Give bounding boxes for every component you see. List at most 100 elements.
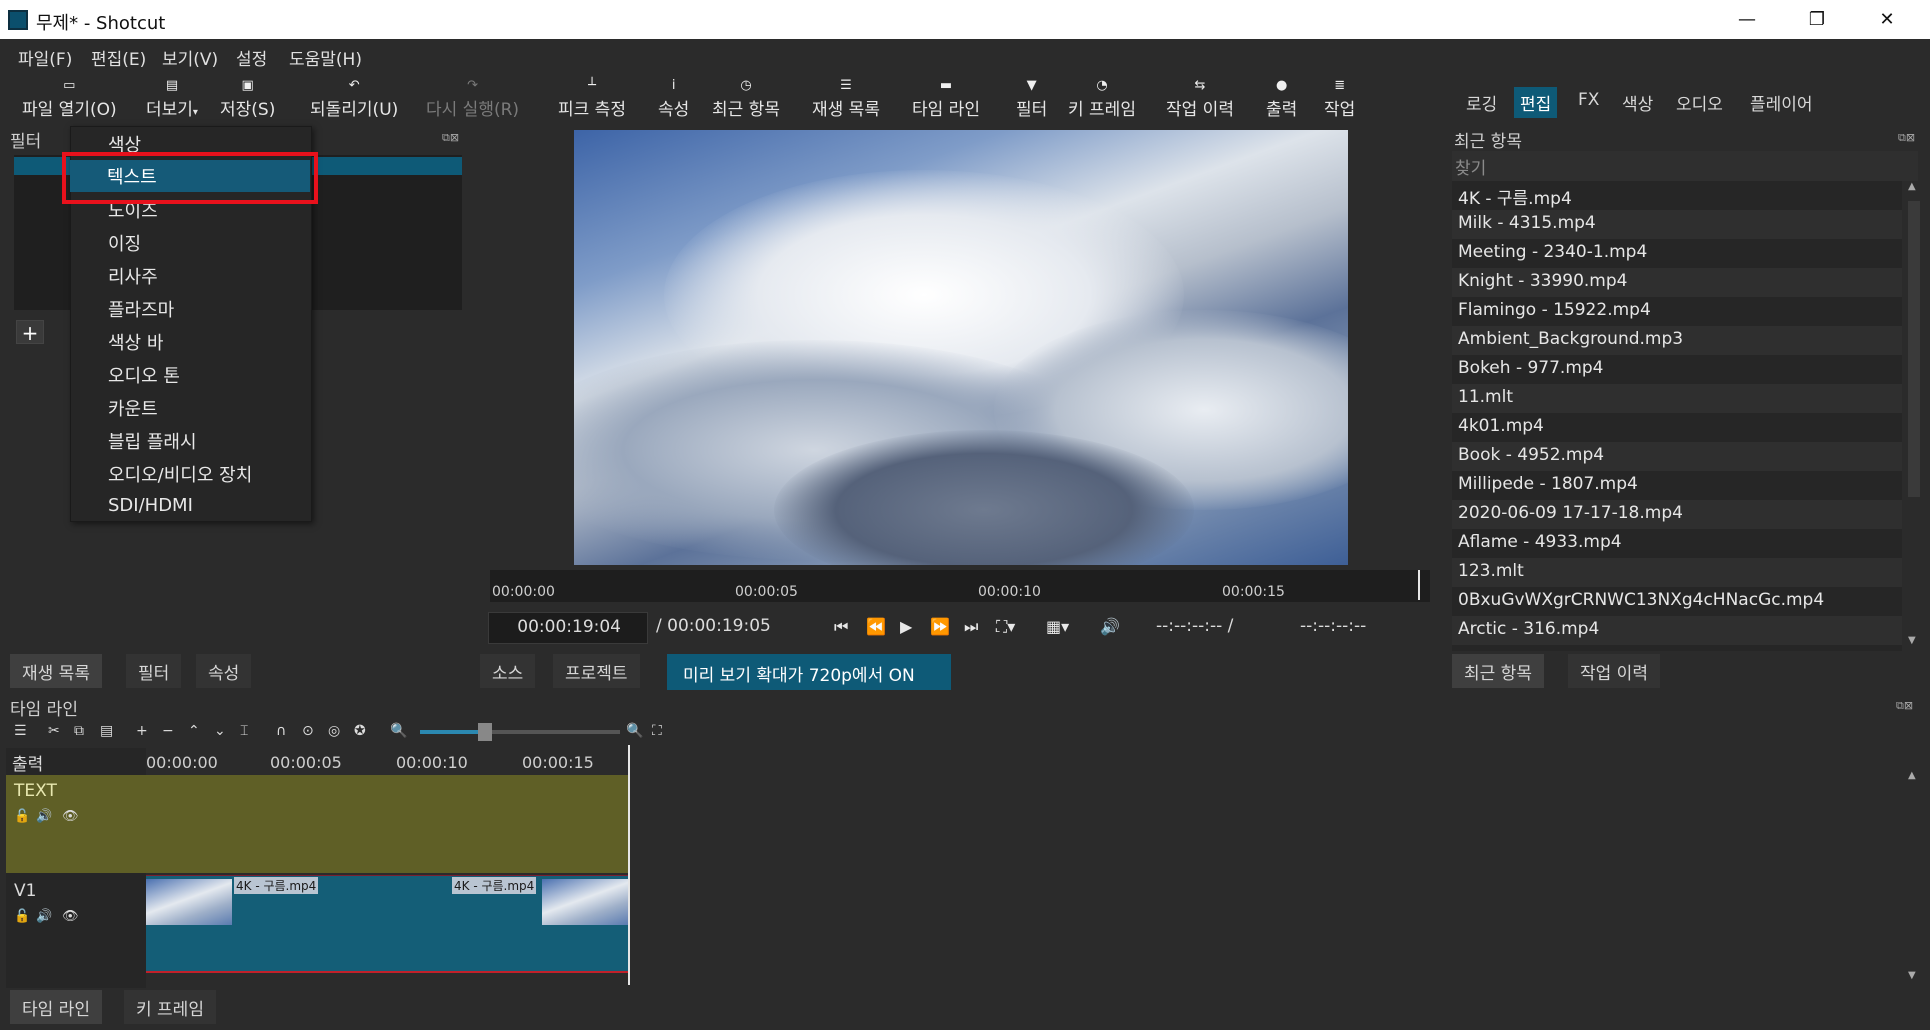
preview-scale-notice[interactable]: 미리 보기 확대가 720p에서 ON [667, 654, 951, 690]
mute-icon[interactable]: 🔊 [36, 909, 52, 924]
lock-icon[interactable]: 🔓 [14, 809, 30, 824]
dropdown-item-blip-flash[interactable]: 블립 플래시 [108, 428, 197, 454]
dock-buttons-icon[interactable]: ⧉⊠ [1898, 131, 1915, 145]
save-button[interactable]: ▣ 저장(S) [220, 77, 275, 120]
layout-color[interactable]: 색상 [1616, 87, 1659, 118]
tab-history[interactable]: 작업 이력 [1568, 654, 1660, 688]
playlist-button[interactable]: ☰ 재생 목록 [812, 77, 880, 120]
menu-view[interactable]: 보기(V) [162, 45, 218, 70]
add-filter-button[interactable]: + [16, 320, 44, 345]
split-icon[interactable]: ⌶ [240, 723, 248, 739]
recent-item[interactable]: 4k01.mp4 [1452, 413, 1902, 442]
lift-icon[interactable]: ⌃ [188, 723, 200, 739]
export-button[interactable]: ● 출력 [1266, 77, 1297, 120]
zoom-out-icon[interactable]: 🔍 [390, 723, 407, 739]
recent-item[interactable]: 4K - 구름.mp4 [1452, 181, 1902, 210]
timeline-scrollbar[interactable]: ▲ ▼ [1904, 770, 1924, 985]
lock-icon[interactable]: 🔓 [14, 909, 30, 924]
skip-to-end-icon[interactable]: ⏭ [964, 617, 978, 637]
recent-item[interactable]: 11.mlt [1452, 384, 1902, 413]
overwrite-icon[interactable]: ⌄ [214, 723, 226, 739]
timeline-empty-area[interactable] [630, 748, 1905, 988]
recent-item[interactable]: 2020-06-09 17-17-18.mp4 [1452, 500, 1902, 529]
zoom-slider[interactable] [420, 723, 620, 741]
menu-file[interactable]: 파일(F) [18, 45, 72, 70]
menu-settings[interactable]: 설정 [236, 45, 267, 70]
eye-icon[interactable]: 👁 [62, 909, 79, 924]
dropdown-item-color-bars[interactable]: 색상 바 [108, 329, 163, 355]
dropdown-item-count[interactable]: 카운트 [108, 395, 158, 421]
timeline-ruler[interactable]: 00:00:00 00:00:05 00:00:10 00:00:15 [146, 748, 628, 775]
paste-icon[interactable]: ▤ [100, 723, 113, 739]
recent-item[interactable]: Ambient_Background.mp3 [1452, 326, 1902, 355]
layout-editing[interactable]: 편집 [1514, 87, 1558, 118]
peak-meter-button[interactable]: ┴ 피크 측정 [558, 77, 626, 120]
dropdown-item-av-device[interactable]: 오디오/비디오 장치 [108, 461, 252, 487]
timeline-clip[interactable]: 4K - 구름.mp4 4K - 구름.mp4 [146, 875, 628, 973]
skip-to-start-icon[interactable]: ⏮ [834, 617, 848, 637]
rewind-icon[interactable]: ⏪ [866, 617, 886, 636]
video-preview[interactable] [574, 130, 1348, 565]
tab-playlist[interactable]: 재생 목록 [10, 654, 102, 688]
undo-button[interactable]: ↶ 되돌리기(U) [310, 77, 398, 120]
track-text[interactable]: TEXT 🔓 🔊 👁 [6, 775, 628, 873]
append-icon[interactable]: + [136, 723, 148, 739]
minimize-button[interactable]: — [1712, 0, 1782, 39]
timeline-playhead[interactable] [628, 745, 630, 985]
scrub-icon[interactable]: ⊙ [302, 723, 314, 739]
recent-item[interactable]: Meeting - 2340-1.mp4 [1452, 239, 1902, 268]
keyframes-button[interactable]: ◔ 키 프레임 [1068, 77, 1136, 120]
dropdown-item-easing[interactable]: 이징 [108, 230, 141, 256]
recent-item[interactable]: Millipede - 1807.mp4 [1452, 471, 1902, 500]
zoom-in-icon[interactable]: 🔍 [626, 723, 643, 739]
eye-icon[interactable]: 👁 [62, 809, 79, 824]
dock-buttons-icon[interactable]: ⧉⊠ [442, 131, 459, 145]
scroll-up-icon[interactable]: ▲ [1908, 181, 1916, 192]
timeline-button[interactable]: ▬ 타임 라인 [912, 77, 980, 120]
history-button[interactable]: ⇆ 작업 이력 [1166, 77, 1234, 120]
grid-icon[interactable]: ▦▾ [1046, 617, 1069, 636]
copy-icon[interactable]: ⧉ [74, 723, 84, 739]
snap-icon[interactable]: ∩ [276, 723, 286, 739]
layout-audio[interactable]: 오디오 [1670, 87, 1729, 118]
recent-search-input[interactable]: 찾기 [1452, 151, 1918, 181]
fast-forward-icon[interactable]: ⏩ [930, 617, 950, 636]
layout-logging[interactable]: 로깅 [1460, 87, 1503, 118]
timeline-menu-icon[interactable]: ☰ [14, 723, 27, 739]
layout-fx[interactable]: FX [1572, 87, 1605, 113]
restore-button[interactable]: ❐ [1782, 0, 1852, 39]
recent-scrollbar[interactable]: ▲ ▼ [1904, 181, 1924, 651]
tab-filters[interactable]: 필터 [126, 654, 182, 688]
close-button[interactable]: ✕ [1852, 0, 1922, 39]
scroll-down-icon[interactable]: ▼ [1908, 970, 1916, 981]
dropdown-item-audio-tone[interactable]: 오디오 톤 [108, 362, 180, 388]
recent-button[interactable]: ◷ 최근 항목 [712, 77, 780, 120]
volume-icon[interactable]: 🔊 [1100, 617, 1120, 636]
zoom-fit-icon[interactable]: ⛶▾ [996, 617, 1015, 637]
remove-icon[interactable]: − [162, 723, 174, 739]
tab-project[interactable]: 프로젝트 [553, 654, 640, 688]
scroll-up-icon[interactable]: ▲ [1908, 770, 1916, 781]
dropdown-item-sdi-hdmi[interactable]: SDI/HDMI [108, 495, 193, 516]
menu-edit[interactable]: 편집(E) [91, 45, 146, 70]
ripple-icon[interactable]: ◎ [328, 723, 340, 739]
properties-button[interactable]: i 속성 [658, 77, 689, 120]
filters-button[interactable]: ▼ 필터 [1016, 77, 1047, 120]
menu-help[interactable]: 도움말(H) [289, 45, 362, 70]
dock-buttons-icon[interactable]: ⧉⊠ [1896, 699, 1913, 713]
play-icon[interactable]: ▶ [900, 617, 912, 636]
dropdown-item-lissajous[interactable]: 리사주 [108, 263, 158, 289]
tab-source[interactable]: 소스 [480, 654, 536, 688]
recent-item[interactable]: Arctic - 316.mp4 [1452, 616, 1902, 645]
scroll-thumb[interactable] [1908, 201, 1920, 497]
preview-playhead[interactable] [1418, 570, 1420, 600]
dropdown-item-plasma[interactable]: 플라즈마 [108, 296, 174, 322]
open-file-button[interactable]: ▭ 파일 열기(O) [22, 77, 117, 120]
cut-icon[interactable]: ✂ [48, 723, 60, 739]
recent-item[interactable]: Knight - 33990.mp4 [1452, 268, 1902, 297]
recent-item[interactable]: 123.mlt [1452, 558, 1902, 587]
tab-keyframes[interactable]: 키 프레임 [124, 990, 216, 1024]
tab-recent[interactable]: 최근 항목 [1452, 654, 1544, 688]
scroll-down-icon[interactable]: ▼ [1908, 635, 1916, 646]
current-time-field[interactable]: 00:00:19:04 [488, 612, 648, 644]
